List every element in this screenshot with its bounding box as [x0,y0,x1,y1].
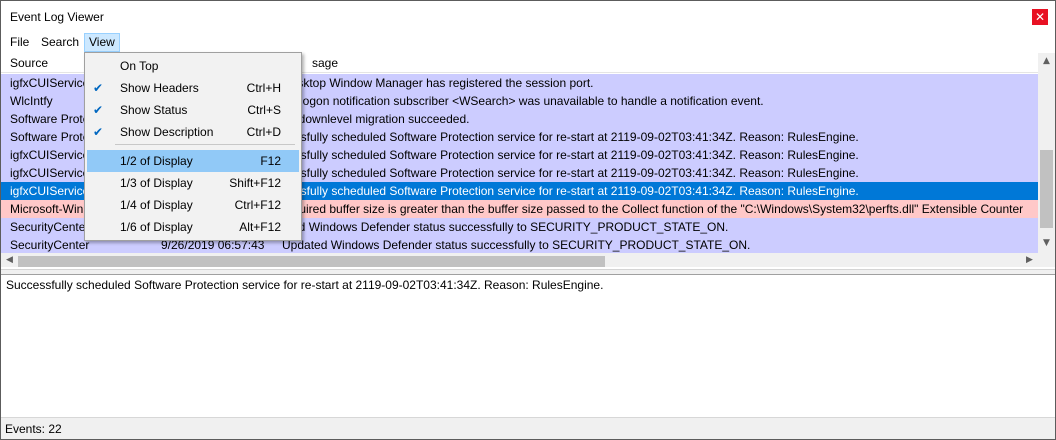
menu-search[interactable]: Search [37,33,83,52]
menu-item-label: Show Headers [120,81,199,95]
horizontal-scroll-thumb[interactable] [18,256,605,267]
menu-item-label: 1/6 of Display [120,220,193,234]
description-text: Successfully scheduled Software Protecti… [6,278,604,292]
menu-item-label: 1/2 of Display [120,154,193,168]
events-count: Events: 22 [5,422,62,436]
row-message: cessfully scheduled Software Protection … [282,148,859,162]
menu-item-label: Show Description [120,125,214,139]
check-icon: ✔ [93,81,104,95]
scroll-corner [1038,253,1055,267]
scroll-up-icon[interactable]: ▲ [1038,56,1055,66]
row-message: ne downlevel migration succeeded. [282,112,470,126]
menu-item-label: 1/3 of Display [120,176,193,190]
menu-item-shortcut: Ctrl+F12 [234,198,281,212]
view-menu-item[interactable]: 1/2 of Display F12 [87,150,299,172]
title-bar[interactable]: Event Log Viewer ✕ [1,1,1055,33]
close-button[interactable]: ✕ [1032,9,1048,25]
row-message: required buffer size is greater than the… [282,202,1024,216]
vertical-scroll-thumb[interactable] [1040,150,1053,228]
view-menu-item[interactable]: 1/6 of Display Alt+F12 [87,216,299,238]
view-menu-item[interactable]: 1/3 of Display Shift+F12 [87,172,299,194]
row-message: cessfully scheduled Software Protection … [282,166,859,180]
column-source-header[interactable]: Source [10,56,48,70]
row-message: Desktop Window Manager has registered th… [282,76,594,90]
view-menu-item[interactable]: On Top [87,55,299,77]
row-message: winlogon notification subscriber <WSearc… [282,94,764,108]
menu-item-shortcut: F12 [260,154,281,168]
event-log-viewer-window: Event Log Viewer ✕ File Search View Sour… [0,0,1056,440]
view-menu-item[interactable]: ✔ Show Status Ctrl+S [87,99,299,121]
close-icon: ✕ [1034,10,1046,24]
menu-view[interactable]: View [84,33,120,52]
menu-item-label: 1/4 of Display [120,198,193,212]
menu-item-shortcut: Shift+F12 [229,176,281,190]
view-menu-item[interactable]: ✔ Show Headers Ctrl+H [87,77,299,99]
row-message: ated Windows Defender status successfull… [282,220,729,234]
scroll-right-icon[interactable]: ▶ [1021,255,1038,265]
row-message: cessfully scheduled Software Protection … [282,184,859,198]
menu-file[interactable]: File [6,33,33,52]
menu-item-shortcut: Ctrl+D [246,125,281,139]
menu-item-shortcut: Alt+F12 [239,220,281,234]
column-message-header[interactable]: sage [312,56,338,70]
row-message: Updated Windows Defender status successf… [282,238,751,252]
menu-item-label: Show Status [120,103,188,117]
scroll-left-icon[interactable]: ◀ [1,255,18,265]
window-title: Event Log Viewer [10,10,104,24]
row-message: cessfully scheduled Software Protection … [282,130,859,144]
description-pane: Successfully scheduled Software Protecti… [1,274,1055,416]
view-menu-item[interactable]: 1/4 of Display Ctrl+F12 [87,194,299,216]
horizontal-scrollbar[interactable]: ◀ ▶ [1,253,1038,267]
menu-item-shortcut: Ctrl+S [247,103,281,117]
vertical-scrollbar[interactable]: ▲ ▼ [1038,53,1055,253]
view-menu-item[interactable]: ✔ Show Description Ctrl+D [87,121,299,143]
status-bar: Events: 22 [1,417,1055,439]
menu-item-label: On Top [120,59,159,73]
menu-bar: File Search View [1,33,1055,52]
scroll-down-icon[interactable]: ▼ [1038,238,1055,248]
view-menu-dropdown: On Top ✔ Show Headers Ctrl+H ✔ Show Status Ctr… [84,52,302,241]
check-icon: ✔ [93,125,104,139]
menu-separator [115,144,295,145]
check-icon: ✔ [93,103,104,117]
menu-item-shortcut: Ctrl+H [246,81,281,95]
